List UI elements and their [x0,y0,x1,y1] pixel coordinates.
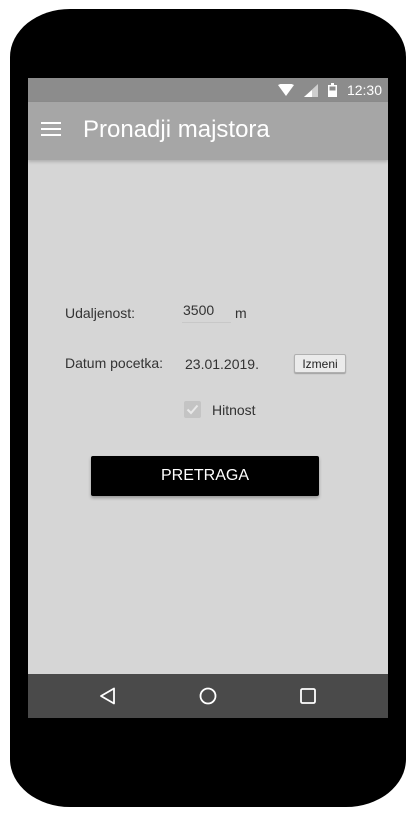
status-bar: 12:30 [28,78,388,102]
edit-date-button[interactable]: Izmeni [294,354,346,373]
distance-label: Udaljenost: [65,305,136,321]
signal-icon [303,83,318,97]
date-label: Datum pocetka: [65,355,164,371]
status-icons: 12:30 [277,78,382,102]
back-icon[interactable] [98,686,118,706]
hamburger-menu-icon[interactable] [41,122,61,138]
wifi-icon [277,84,294,96]
urgent-checkbox[interactable] [184,401,201,418]
distance-unit: m [235,305,247,321]
recents-icon[interactable] [298,686,318,706]
distance-input[interactable] [182,298,231,323]
app-bar: Pronadji majstora [28,102,388,160]
app-screen: 12:30 Pronadji majstora Udaljenost: m Da… [28,78,388,718]
urgent-label: Hitnost [212,402,256,418]
home-icon[interactable] [198,686,218,706]
navigation-bar [28,674,388,718]
search-button[interactable]: PRETRAGA [91,456,319,496]
app-title: Pronadji majstora [83,116,270,143]
status-time: 12:30 [346,82,382,98]
battery-icon [327,83,337,97]
checkmark-icon [186,404,199,415]
date-value: 23.01.2019. [185,356,259,372]
